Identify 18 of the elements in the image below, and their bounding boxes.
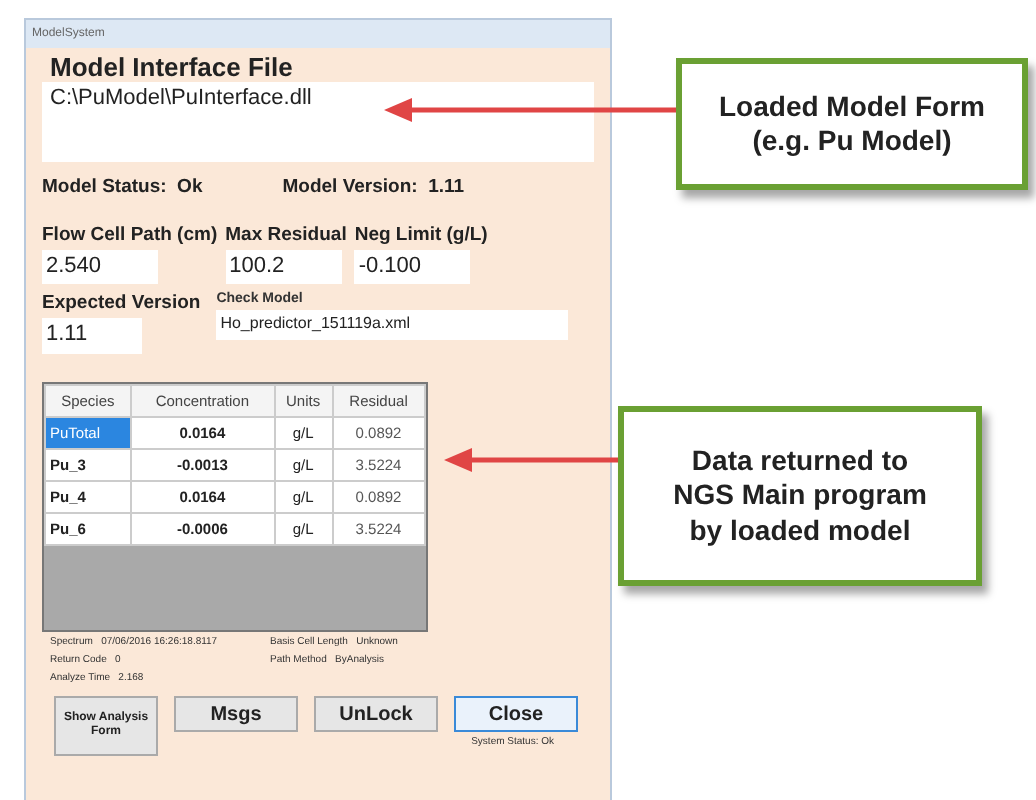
model-status-text: Model Status: Ok [42,176,203,198]
field-label: Max Residual [225,224,347,246]
callout-text: Loaded Model Form (e.g. Pu Model) [719,89,985,159]
field-label: Neg Limit (g/L) [354,224,488,246]
expected-version-field[interactable]: 1.11 [42,318,142,354]
expected-version-label: Expected Version [42,292,201,314]
callout-text: Data returned to NGS Main program by loaded model [673,443,927,549]
interface-file-field[interactable]: C:\PuModel\PuInterface.dll [42,82,594,162]
check-model-field[interactable]: Ho_predictor_151119a.xml [216,310,569,340]
field-label: Flow Cell Path (cm) [42,224,218,246]
input-field[interactable]: 100.2 [225,250,342,284]
interface-file-label: Model Interface File [50,52,295,82]
input-field[interactable]: -0.100 [354,250,471,284]
button[interactable]: Msgs [174,696,298,732]
input-field[interactable]: 2.540 [42,250,158,284]
button[interactable]: Close [454,696,578,732]
model-version-text: Model Version: 1.11 [282,176,465,198]
button[interactable]: UnLock [314,696,438,732]
